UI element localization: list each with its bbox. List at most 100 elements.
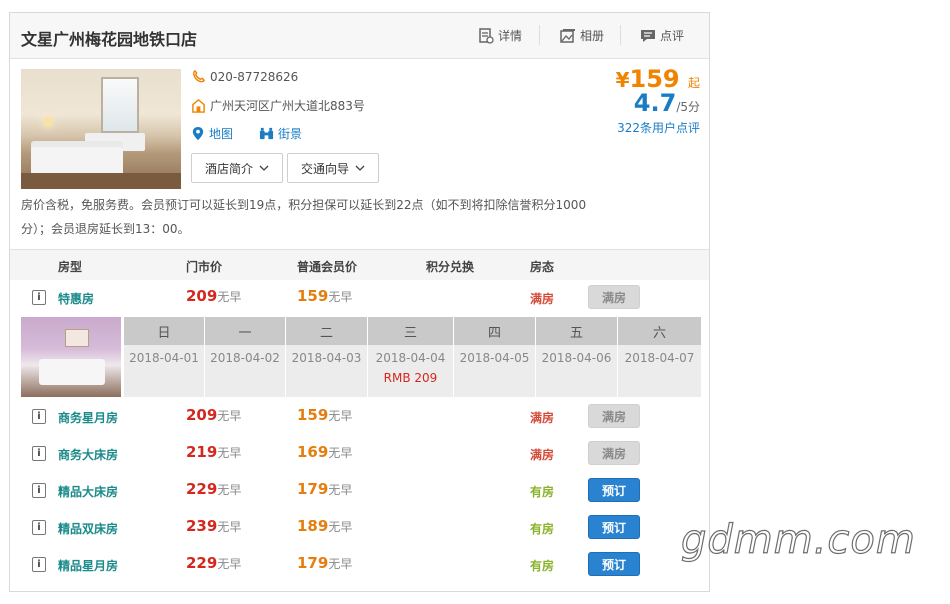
room-name[interactable]: 精品大床房 [58, 483, 118, 500]
calendar-day[interactable]: 一 2018-04-02 [204, 317, 285, 397]
photo-album-icon [560, 28, 575, 43]
map-label: 地图 [209, 127, 234, 141]
price-block: ¥159 起 4.7/5分 322条用户点评 [616, 65, 700, 136]
book-button[interactable]: 预订 [588, 478, 640, 502]
member-price: 169无早 [297, 443, 353, 461]
weekday-label: 二 [286, 317, 367, 345]
room-name[interactable]: 商务星月房 [58, 409, 118, 426]
traffic-guide-dropdown[interactable]: 交通向导 [287, 153, 379, 183]
info-icon[interactable]: i [32, 483, 46, 498]
price-calendar: 日 2018-04-01 一 2018-04-02 二 2018-04-03 三 2018-0… [21, 317, 701, 397]
divider [539, 25, 540, 45]
map-link[interactable]: 地图 [191, 125, 233, 142]
full-button[interactable]: 满房 [588, 285, 640, 309]
col-market-price: 门市价 [186, 260, 223, 274]
col-status: 房态 [530, 260, 555, 274]
book-button[interactable]: 预订 [588, 515, 640, 539]
hotel-photo[interactable] [21, 69, 181, 189]
room-status: 满房 [530, 448, 555, 462]
member-price: 189无早 [297, 517, 353, 535]
calendar-date: 2018-04-03 [286, 345, 367, 397]
room-status: 有房 [530, 522, 555, 536]
phone-icon [193, 69, 205, 83]
info-icon[interactable]: i [32, 290, 46, 305]
address: 广州天河区广州大道北883号 [210, 99, 365, 113]
calendar-day[interactable]: 三 2018-04-04 RMB 209 [367, 317, 453, 397]
calendar-date: 2018-04-04 RMB 209 [368, 345, 453, 397]
calendar-date: 2018-04-01 [124, 345, 204, 397]
calendar-date: 2018-04-06 [536, 345, 617, 397]
table-row: i 商务大床房 219无早 169无早 满房 满房 [10, 435, 709, 472]
calendar-day[interactable]: 五 2018-04-06 [535, 317, 617, 397]
room-name[interactable]: 商务大床房 [58, 446, 118, 463]
address-row: 广州天河区广州大道北883号 [191, 97, 365, 114]
tab-comments[interactable]: 点评 [640, 27, 684, 44]
room-photo[interactable] [21, 317, 121, 397]
tab-comments-label: 点评 [660, 29, 685, 43]
member-price: 159无早 [297, 406, 353, 424]
weekday-label: 一 [205, 317, 285, 345]
member-price: 179无早 [297, 554, 353, 572]
member-price: 179无早 [297, 480, 353, 498]
hotel-intro-label: 酒店简介 [204, 161, 253, 176]
room-status: 满房 [530, 292, 555, 306]
room-name[interactable]: 精品星月房 [58, 557, 118, 574]
chevron-down-icon [259, 165, 269, 171]
room-status: 有房 [530, 559, 555, 573]
calendar-day[interactable]: 日 2018-04-01 [123, 317, 204, 397]
calendar-day[interactable]: 二 2018-04-03 [285, 317, 367, 397]
binoculars-icon [259, 127, 274, 140]
weekday-label: 三 [368, 317, 453, 345]
tab-album-label: 相册 [580, 29, 605, 43]
rating-score: 4.7/5分 [633, 89, 700, 117]
calendar-price: RMB 209 [383, 371, 438, 385]
hotel-name[interactable]: 文星广州梅花园地铁口店 [21, 26, 197, 50]
room-table-header: 房型 门市价 普通会员价 积分兑换 房态 [10, 249, 709, 280]
book-button[interactable]: 预订 [588, 552, 640, 576]
info-icon[interactable]: i [32, 557, 46, 572]
room-name[interactable]: 精品双床房 [58, 520, 118, 537]
table-row: i 精品大床房 229无早 179无早 有房 预订 [10, 472, 709, 509]
member-price: 159无早 [297, 287, 353, 305]
divider [620, 25, 621, 45]
calendar-grid: 日 2018-04-01 一 2018-04-02 二 2018-04-03 三 2018-0… [123, 317, 701, 397]
table-row: i 商务星月房 209无早 159无早 满房 满房 [10, 398, 709, 435]
full-button[interactable]: 满房 [588, 404, 640, 428]
market-price: 229无早 [186, 480, 242, 498]
full-button[interactable]: 满房 [588, 441, 640, 465]
traffic-guide-label: 交通向导 [300, 161, 349, 176]
phone-row: 020-87728626 [191, 69, 298, 84]
info-icon[interactable]: i [32, 446, 46, 461]
calendar-day[interactable]: 六 2018-04-07 [617, 317, 701, 397]
details-icon [479, 27, 494, 44]
tab-details-label: 详情 [498, 29, 523, 43]
market-price: 239无早 [186, 517, 242, 535]
room-name[interactable]: 特惠房 [58, 290, 94, 307]
chevron-down-icon [355, 165, 365, 171]
watermark: gdmm.com [680, 516, 916, 563]
calendar-day[interactable]: 四 2018-04-05 [453, 317, 535, 397]
table-row: i 精品双床房 239无早 189无早 有房 预订 [10, 509, 709, 546]
info-icon[interactable]: i [32, 520, 46, 535]
street-view-link[interactable]: 街景 [259, 125, 302, 142]
calendar-date: 2018-04-07 [618, 345, 701, 397]
street-view-label: 街景 [278, 127, 303, 141]
room-status: 满房 [530, 411, 555, 425]
hotel-intro-dropdown[interactable]: 酒店简介 [191, 153, 283, 183]
map-pin-icon [192, 126, 204, 141]
market-price: 209无早 [186, 406, 242, 424]
building-icon [192, 98, 205, 113]
tab-album[interactable]: 相册 [560, 27, 604, 44]
col-points: 积分兑换 [426, 260, 475, 274]
market-price: 219无早 [186, 443, 242, 461]
calendar-date: 2018-04-02 [205, 345, 285, 397]
review-count-link[interactable]: 322条用户点评 [616, 119, 700, 136]
table-row: i 特惠房 209无早 159无早 满房 满房 [10, 279, 709, 316]
info-icon[interactable]: i [32, 409, 46, 424]
phone-number: 020-87728626 [210, 69, 299, 84]
hotel-policy-text: 房价含税，免服务费。会员预订可以延长到19点，积分担保可以延长到22点（如不到将… [21, 198, 587, 236]
table-row: i 精品星月房 229无早 179无早 有房 预订 [10, 546, 709, 583]
tab-details[interactable]: 详情 [478, 27, 522, 44]
room-status: 有房 [530, 485, 555, 499]
market-price: 229无早 [186, 554, 242, 572]
